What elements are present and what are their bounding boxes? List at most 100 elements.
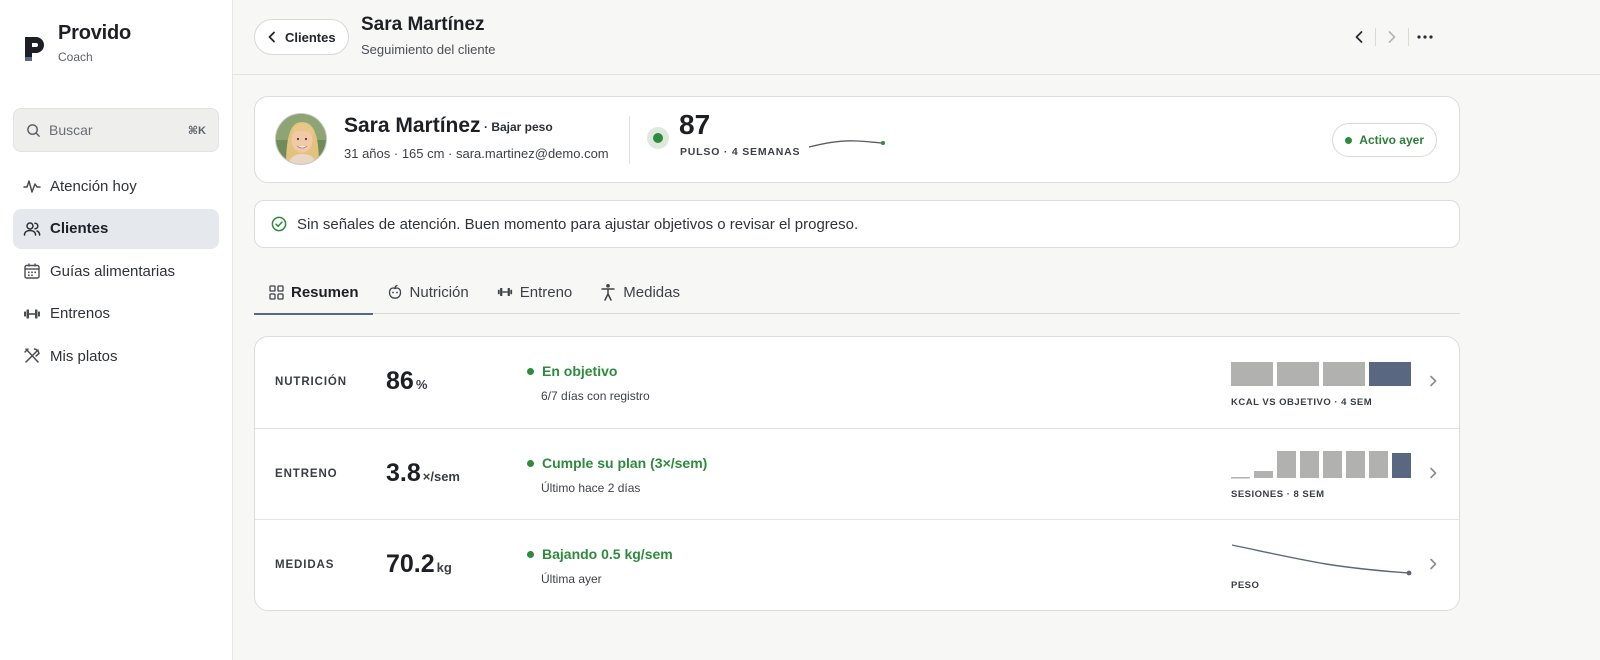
search-input[interactable] <box>49 122 169 138</box>
tab-entreno[interactable]: Entreno <box>483 270 587 314</box>
status-badge: Activo ayer <box>1332 123 1437 157</box>
previous-client-button[interactable] <box>1344 26 1374 48</box>
divider <box>1408 28 1409 46</box>
sidebar-item-label: Guías alimentarias <box>50 262 176 280</box>
tab-nutricion[interactable]: Nutrición <box>373 270 483 314</box>
tab-label: Entreno <box>519 283 573 301</box>
tab-medidas[interactable]: Medidas <box>586 270 694 314</box>
metric-value: 3.8 ×/sem <box>386 459 460 488</box>
kcal-bar-week-3 <box>1323 362 1365 386</box>
metric-number: 70.2 <box>386 550 435 578</box>
metric-status: En objetivo <box>527 363 617 379</box>
sidebar-item-mis-platos[interactable]: Mis platos <box>13 336 219 376</box>
sessions-chart <box>1231 451 1411 479</box>
header-actions <box>1344 26 1440 48</box>
metric-number: 3.8 <box>386 459 421 487</box>
calendar-icon <box>23 262 41 280</box>
pulse-score: 87 <box>679 109 711 140</box>
metric-row-entreno[interactable]: ENTRENO 3.8 ×/sem Cumple su plan (3×/sem)… <box>255 428 1459 519</box>
brand[interactable]: Provido Coach <box>22 22 131 64</box>
session-bar-week-7 <box>1369 451 1388 478</box>
client-meta: 31 años · 165 cm · sara.martinez@demo.co… <box>344 146 609 161</box>
weight-trend-chart <box>1231 544 1412 576</box>
kcal-bar-week-4 <box>1369 362 1411 386</box>
sidebar-item-label: Entrenos <box>50 305 111 322</box>
sidebar-nav: Atención hoy Clientes Guías alimentarias… <box>13 166 219 379</box>
more-horizontal-icon <box>1417 35 1433 39</box>
page-title: Sara Martínez <box>361 14 485 35</box>
metric-value: 86% <box>386 367 427 396</box>
sidebar-item-label: Mis platos <box>50 347 118 365</box>
metric-row-medidas[interactable]: MEDIDAS 70.2 kg Bajando 0.5 kg/sem Última… <box>255 519 1459 610</box>
metric-label: NUTRICIÓN <box>275 376 347 388</box>
alert-text: Sin señales de atención. Buen momento pa… <box>297 215 859 233</box>
weight-last-point <box>1406 570 1412 576</box>
metric-status: Cumple su plan (3×/sem) <box>527 455 707 471</box>
check-circle-icon <box>271 216 287 232</box>
client-name: Sara Martínez <box>344 114 481 137</box>
sidebar-item-label: Atención hoy <box>50 177 137 195</box>
sidebar-item-guias-alimentarias[interactable]: Guías alimentarias <box>13 251 219 291</box>
metric-label: ENTRENO <box>275 468 338 480</box>
metric-chart-label: KCAL VS OBJETIVO · 4 SEM <box>1231 397 1373 408</box>
client-profile-card: Sara Martínez · Bajar peso 31 años · 165… <box>254 96 1460 183</box>
divider <box>629 116 630 164</box>
tab-label: Resumen <box>291 283 359 301</box>
metric-label: MEDIDAS <box>275 559 335 571</box>
metric-status-text: Bajando 0.5 kg/sem <box>542 546 673 562</box>
search-box[interactable]: ⌘K <box>13 108 219 152</box>
metric-value: 70.2 kg <box>386 550 452 579</box>
weight-line <box>1231 544 1410 574</box>
metric-unit: % <box>415 377 428 392</box>
metric-status: Bajando 0.5 kg/sem <box>527 546 673 562</box>
metric-row-nutricion[interactable]: NUTRICIÓN 86% En objetivo 6/7 días con r… <box>255 337 1459 428</box>
sidebar-item-atencion-hoy[interactable]: Atención hoy <box>13 166 219 206</box>
person-icon <box>600 284 616 301</box>
kcal-bar-week-2 <box>1277 362 1319 386</box>
activity-icon <box>23 177 41 195</box>
back-to-clientes-button[interactable]: Clientes <box>254 19 349 55</box>
metric-chart-label: PESO <box>1231 580 1260 591</box>
status-badge-label: Activo ayer <box>1359 133 1424 147</box>
page-subtitle: Seguimiento del cliente <box>361 42 496 57</box>
sidebar-item-clientes[interactable]: Clientes <box>13 208 219 249</box>
metric-detail: Última ayer <box>541 572 602 586</box>
chevron-right-icon <box>1430 467 1437 479</box>
status-dot <box>527 459 534 467</box>
status-dot <box>527 550 534 558</box>
chevron-left-icon <box>268 31 275 43</box>
pulse-status-dot <box>647 127 669 149</box>
page-header: Clientes Sara Martínez Seguimiento del c… <box>233 0 1600 75</box>
session-bar-week-6 <box>1346 451 1365 478</box>
tab-label: Nutrición <box>409 283 469 301</box>
provido-logo-icon <box>25 37 44 61</box>
metric-unit: kg <box>436 560 452 575</box>
chevron-left-icon <box>1355 31 1363 43</box>
sidebar-item-label: Clientes <box>50 220 109 237</box>
chevron-right-icon <box>1430 558 1437 570</box>
attention-alert: Sin señales de atención. Buen momento pa… <box>254 200 1460 248</box>
more-options-button[interactable] <box>1410 26 1440 48</box>
status-dot <box>527 367 534 375</box>
kcal-bar-week-1 <box>1231 362 1273 386</box>
avatar-photo <box>276 114 326 164</box>
sidebar: Provido Coach ⌘K Atención hoy Clientes <box>0 0 233 660</box>
chevron-right-icon <box>1430 375 1437 387</box>
apple-icon <box>387 284 403 300</box>
session-bar-week-3 <box>1277 451 1296 478</box>
pulse-sparkline <box>808 140 885 148</box>
divider <box>1375 28 1376 46</box>
back-button-label: Clientes <box>285 29 336 45</box>
utensils-icon <box>23 347 41 365</box>
dumbbell-icon <box>23 305 41 323</box>
sidebar-item-entrenos[interactable]: Entrenos <box>13 294 219 334</box>
client-tabs: Resumen Nutrición Entreno Medidas <box>254 270 1460 315</box>
next-client-button[interactable] <box>1377 26 1407 48</box>
metric-unit: ×/sem <box>422 469 460 484</box>
pulse-label: PULSO · 4 SEMANAS <box>680 146 801 158</box>
brand-name: Provido <box>58 22 132 44</box>
summary-metrics: NUTRICIÓN 86% En objetivo 6/7 días con r… <box>254 336 1460 611</box>
dumbbell-icon <box>497 284 513 300</box>
metric-detail: Último hace 2 días <box>541 481 641 495</box>
tab-resumen[interactable]: Resumen <box>254 270 373 315</box>
